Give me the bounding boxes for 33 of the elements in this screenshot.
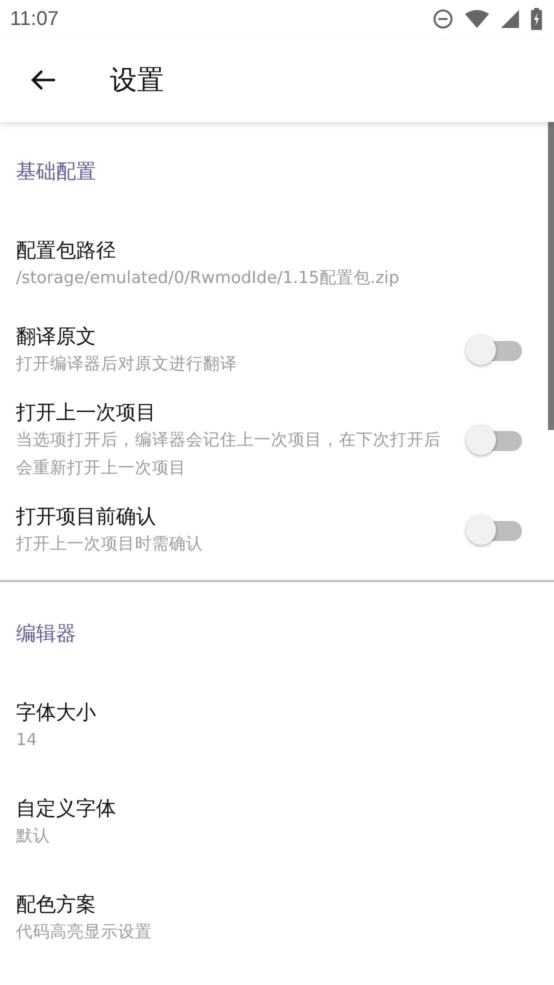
item-summary: 打开上一次项目时需确认 (16, 533, 204, 555)
status-time: 11:07 (10, 8, 59, 30)
settings-item[interactable]: 字体大小 14 (0, 678, 548, 774)
settings-item[interactable]: 配置包路径 /storage/emulated/0/RwmodIde/1.15配置包.zip (0, 216, 548, 312)
settings-item[interactable]: 翻译原文 打开编译器后对原文进行翻译 (0, 312, 548, 388)
screen-title: 设置 (110, 64, 164, 98)
section-header: 基础配置 (16, 159, 96, 183)
battery-icon (531, 8, 542, 30)
item-summary: 14 (16, 729, 38, 751)
settings-item[interactable]: 打开上一次项目 当选项打开后，编译器会记住上一次项目，在下次打开后会重新打开上一次项目 (0, 388, 548, 492)
settings-item[interactable]: 自定义字体 默认 (0, 774, 548, 870)
item-title: 打开上一次项目 (16, 399, 157, 426)
item-summary: 打开编译器后对原文进行翻译 (16, 353, 238, 375)
section-header: 编辑器 (16, 621, 76, 645)
toggle-switch[interactable] (466, 333, 522, 367)
toggle-switch[interactable] (466, 423, 522, 457)
item-title: 打开项目前确认 (16, 503, 157, 530)
back-arrow-icon (30, 69, 56, 91)
item-title: 配色方案 (16, 891, 97, 918)
item-summary: 代码高亮显示设置 (16, 921, 153, 943)
item-title: 翻译原文 (16, 323, 97, 350)
wifi-icon (465, 10, 489, 28)
item-summary: /storage/emulated/0/RwmodIde/1.15配置包.zip (16, 267, 400, 289)
item-title: 配置包路径 (16, 237, 117, 264)
signal-icon (501, 10, 519, 28)
item-title: 自定义字体 (16, 795, 117, 822)
item-summary: 默认 (16, 825, 51, 847)
item-title: 字体大小 (16, 699, 97, 726)
settings-item[interactable]: 打开项目前确认 打开上一次项目时需确认 (0, 492, 548, 568)
item-summary: 当选项打开后，编译器会记住上一次项目，在下次打开后会重新打开上一次项目 (16, 429, 442, 479)
do-not-disturb-icon (433, 9, 453, 29)
settings-item[interactable]: 配色方案 代码高亮显示设置 (0, 870, 548, 966)
toggle-switch[interactable] (466, 513, 522, 547)
